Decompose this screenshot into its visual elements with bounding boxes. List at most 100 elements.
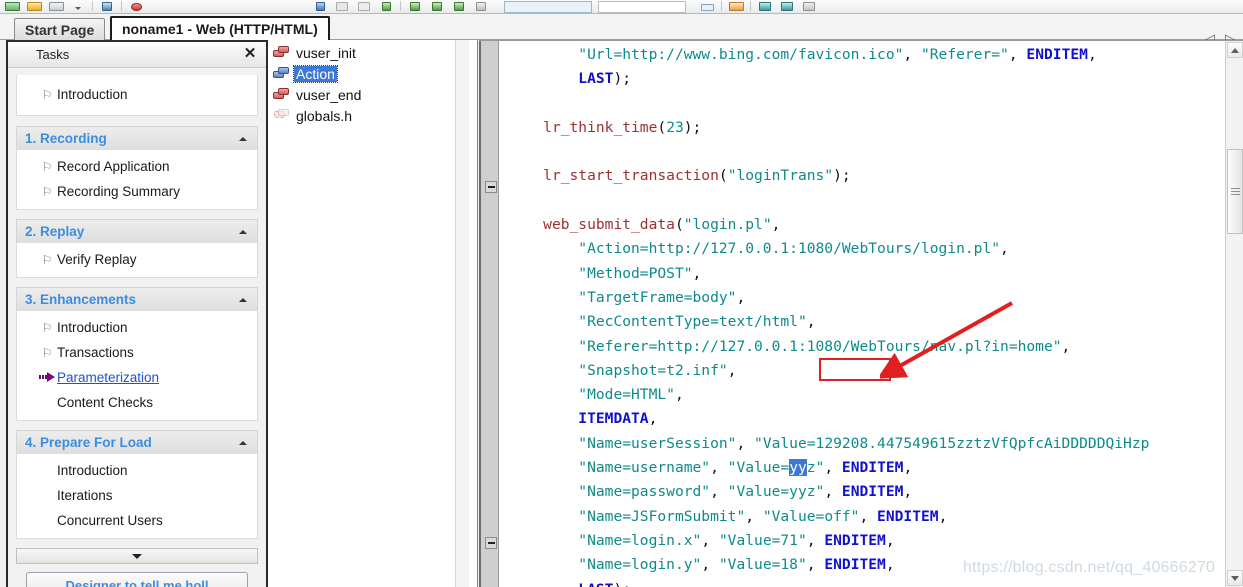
chevron-up-icon[interactable] xyxy=(239,440,247,445)
tab-noname1-web[interactable]: noname1 - Web (HTTP/HTML) xyxy=(110,16,330,40)
code-token: ); xyxy=(613,581,631,587)
chevron-up-icon[interactable] xyxy=(239,229,247,234)
section-header[interactable]: 4. Prepare For Load xyxy=(16,430,258,454)
code-token: "Url=http://www.bing.com/favicon.ico" xyxy=(578,46,904,63)
save-dropdown-caret-icon[interactable] xyxy=(67,0,89,13)
tree-item-label: globals.h xyxy=(296,107,353,124)
sidebar-item-record-application[interactable]: ⚐ Record Application xyxy=(17,154,257,179)
tree-alt-icon[interactable] xyxy=(426,0,448,13)
vuser-selector-combo[interactable] xyxy=(504,1,592,13)
tree-icon[interactable] xyxy=(404,0,426,13)
section-header[interactable]: 1. Recording xyxy=(16,126,258,150)
step-icon[interactable] xyxy=(353,0,375,13)
code-token: "Value=off" xyxy=(762,507,860,525)
code-line: lr_start_transaction("loginTrans"); xyxy=(500,164,1225,188)
selected-text: yy xyxy=(789,459,807,477)
scrollbar-thumb[interactable] xyxy=(1227,149,1243,234)
code-token: , xyxy=(701,556,719,574)
sidebar-item-label: Introduction xyxy=(57,320,128,335)
brick-red-icon xyxy=(273,45,290,60)
sidebar-section-recording: 1. Recording ⚐ Record Application ⚐ Reco… xyxy=(16,126,258,210)
sidebar-item-content-checks[interactable]: Content Checks xyxy=(17,390,257,415)
pin-icon: ⚐ xyxy=(41,345,53,360)
section-header[interactable]: 3. Enhancements xyxy=(16,287,258,311)
new-script-icon[interactable] xyxy=(1,0,23,13)
flag-icon[interactable] xyxy=(96,0,118,13)
sidebar-item-parameterization[interactable]: Parameterization xyxy=(17,365,257,390)
sidebar-item-introduction[interactable]: ⚐ Introduction xyxy=(17,82,257,107)
code-token: , xyxy=(806,556,825,574)
sidebar-item-label: Concurrent Users xyxy=(57,513,163,528)
sidebar-item-label: Content Checks xyxy=(57,395,154,410)
tab-start-page[interactable]: Start Page xyxy=(14,18,106,40)
code-token: , xyxy=(710,459,728,477)
code-token: ( xyxy=(657,118,667,136)
sidebar-item-enh-introduction[interactable]: ⚐ Introduction xyxy=(17,315,257,340)
code-token: , xyxy=(824,483,842,501)
sidebar-item-concurrent-users[interactable]: Concurrent Users xyxy=(17,508,257,533)
snapshot-icon[interactable] xyxy=(776,0,798,13)
code-token: , xyxy=(903,483,913,501)
code-editor[interactable]: "Url=http://www.bing.com/favicon.ico", "… xyxy=(479,40,1243,587)
sidebar-item-iterations[interactable]: Iterations xyxy=(17,483,257,508)
sidebar-item-load-introduction[interactable]: Introduction xyxy=(17,458,257,483)
tree-item-action[interactable]: Action xyxy=(270,63,477,84)
tree-item-globals-h[interactable]: globals.h xyxy=(270,105,477,126)
sidebar-item-verify-replay[interactable]: ⚐ Verify Replay xyxy=(17,247,257,272)
code-token: , xyxy=(824,459,842,477)
section-title: 1. Recording xyxy=(25,131,107,146)
collapse-web-submit-data-icon[interactable] xyxy=(485,181,497,193)
sidebar-item-label: Transactions xyxy=(57,345,134,360)
tree-check-icon[interactable] xyxy=(448,0,470,13)
sidebar-item-label: Introduction xyxy=(57,463,128,478)
code-token: ENDITEM xyxy=(1026,46,1088,63)
close-icon[interactable]: ✕ xyxy=(242,46,258,62)
code-token: , xyxy=(1087,46,1097,63)
code-token: ( xyxy=(718,167,728,185)
tasks-bottom-button[interactable]: Designer to tell me holl xyxy=(26,572,248,587)
toolbar-separator xyxy=(92,1,93,11)
toolbar-separator xyxy=(721,1,722,11)
code-token: lr_start_transaction xyxy=(543,167,719,185)
window-icon[interactable] xyxy=(798,0,820,13)
code-line: "Name=username", "Value=yyz", ENDITEM, xyxy=(500,456,1225,480)
orange-box-icon[interactable] xyxy=(725,0,747,13)
code-token: "login.pl" xyxy=(683,216,772,234)
record-stop-icon[interactable] xyxy=(125,0,147,13)
comment-icon[interactable] xyxy=(754,0,776,13)
editor-vertical-scrollbar[interactable] xyxy=(1225,41,1243,587)
brick-red-icon xyxy=(273,87,290,102)
action-selector-combo[interactable] xyxy=(598,1,686,13)
list-icon[interactable] xyxy=(696,0,718,13)
sidebar-item-recording-summary[interactable]: ⚐ Recording Summary xyxy=(17,179,257,204)
pause-icon[interactable] xyxy=(331,0,353,13)
section-header[interactable]: 2. Replay xyxy=(16,219,258,243)
editor-code-area[interactable]: "Url=http://www.bing.com/favicon.ico", "… xyxy=(500,41,1225,587)
scroll-up-icon[interactable] xyxy=(1227,42,1243,58)
code-token: "Referer=http://127.0.0.1:1080/WebTours/… xyxy=(578,337,1062,355)
save-icon[interactable] xyxy=(45,0,67,13)
code-token: , xyxy=(859,507,878,525)
brick-blue-icon xyxy=(273,66,290,81)
sidebar-item-label: Verify Replay xyxy=(57,252,137,267)
scroll-down-icon[interactable] xyxy=(1227,570,1243,586)
sidebar-section-replay: 2. Replay ⚐ Verify Replay xyxy=(16,219,258,278)
collapse-web-url-icon[interactable] xyxy=(485,537,497,549)
run-icon[interactable] xyxy=(309,0,331,13)
code-token: , xyxy=(745,507,763,525)
clipboard-icon[interactable] xyxy=(470,0,492,13)
chevron-up-icon[interactable] xyxy=(239,136,247,141)
open-folder-icon[interactable] xyxy=(23,0,45,13)
code-token: "Name=JSFormSubmit" xyxy=(578,507,746,525)
tree-item-vuser-end[interactable]: vuser_end xyxy=(270,84,477,105)
sidebar-item-transactions[interactable]: ⚐ Transactions xyxy=(17,340,257,365)
editor-gutter xyxy=(479,41,499,587)
tree-scrollbar[interactable] xyxy=(455,40,469,587)
chevron-up-icon[interactable] xyxy=(239,297,247,302)
sidebar-section-enhancements: 3. Enhancements ⚐ Introduction ⚐ Transac… xyxy=(16,287,258,421)
tree-item-vuser-init[interactable]: vuser_init xyxy=(270,42,477,63)
tasks-scroll-down-button[interactable] xyxy=(16,548,258,564)
pin-icon: ⚐ xyxy=(41,159,53,174)
arrow-down-icon[interactable] xyxy=(375,0,397,13)
